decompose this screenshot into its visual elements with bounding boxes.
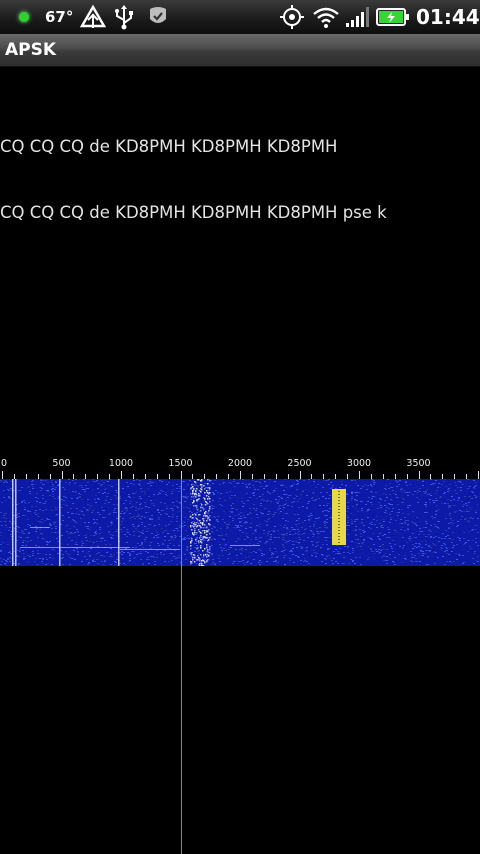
notification-dot-icon (19, 0, 29, 34)
signal-icon (345, 0, 371, 34)
scale-label: 2000 (227, 458, 253, 469)
weather-icon (80, 0, 106, 34)
usb-icon (113, 0, 135, 34)
carrier-line (15, 479, 17, 566)
scale-label: 1500 (168, 458, 193, 469)
waterfall-display[interactable] (0, 479, 480, 566)
scale-tick (180, 471, 182, 479)
received-line: CQ CQ CQ de KD8PMH KD8PMH KD8PMH pse k (0, 203, 387, 222)
wifi-icon (312, 0, 340, 34)
clock-text: 01:44 (416, 5, 480, 29)
carrier-line (12, 479, 14, 566)
tuning-cursor-line[interactable] (180, 479, 182, 854)
scale-label: 3500 (406, 458, 431, 469)
scale-label: 1000 (108, 458, 134, 469)
scale-label: 3000 (346, 458, 372, 469)
gps-icon (279, 0, 305, 34)
app-title: APSK (5, 40, 57, 60)
scale-label: 500 (52, 458, 71, 469)
scale-tick (61, 471, 63, 479)
battery-icon (376, 0, 410, 34)
scale-tick (478, 471, 479, 479)
carrier-line (59, 479, 61, 566)
scale-label: 2500 (287, 458, 312, 469)
scale-tick (121, 471, 122, 479)
received-line: CQ CQ CQ de KD8PMH KD8PMH KD8PMH (0, 137, 338, 156)
scale-tick (240, 471, 241, 479)
check-shield-icon (147, 0, 169, 34)
status-bar: 67° 01:44 (0, 0, 480, 34)
scale-label: 0 (0, 458, 8, 469)
scale-tick (418, 471, 420, 479)
app-title-bar: APSK (0, 34, 480, 67)
frequency-scale: 0 500 1000 1500 2000 2500 3000 3500 (0, 458, 480, 480)
carrier-line (118, 479, 120, 566)
scale-tick (299, 471, 301, 479)
scale-tick (2, 471, 3, 479)
scale-tick (359, 471, 360, 479)
received-text-area[interactable]: CQ CQ CQ de KD8PMH KD8PMH KD8PMH CQ CQ C… (0, 92, 480, 246)
temperature-text: 67° (45, 8, 74, 26)
